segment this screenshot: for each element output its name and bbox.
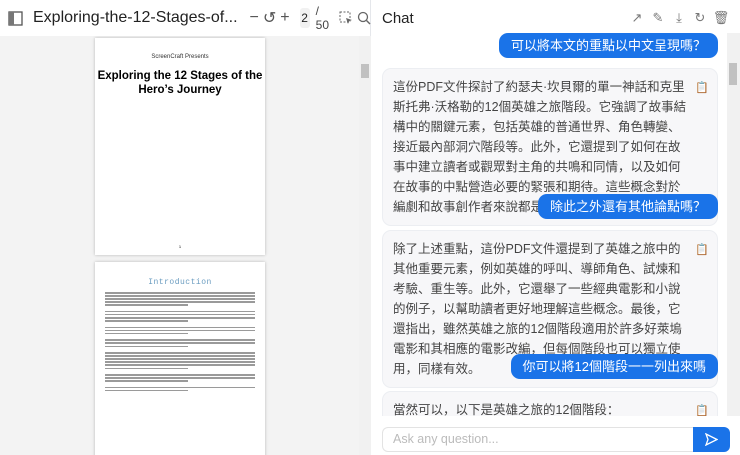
download-icon[interactable]: ⤓ — [672, 10, 686, 25]
send-icon — [705, 433, 718, 446]
text-line — [105, 320, 188, 322]
document-title: Exploring-the-12-Stages-of... — [33, 9, 238, 26]
text-line — [105, 389, 188, 392]
copy-icon[interactable]: 📋 — [695, 401, 709, 416]
page-presents: ScreenCraft Presents — [151, 54, 209, 60]
copy-icon[interactable]: 📋 — [695, 240, 709, 260]
text-line — [105, 304, 188, 306]
zoom-in-icon[interactable]: + — [280, 9, 289, 26]
scroll-thumb[interactable] — [361, 64, 369, 78]
assistant-message: 當然可以，以下是英雄之旅的12個階段： 📋 — [382, 391, 718, 416]
paragraph-lines — [105, 326, 255, 335]
pdf-scrollbar[interactable] — [359, 36, 371, 455]
chat-pane: Chat ↗ ✎ ⤓ ↻ 🗑 可以將本文的重點以中文呈現嗎？ 這份PDF文件探討… — [372, 0, 740, 455]
text-line — [105, 329, 255, 332]
text-line — [105, 345, 188, 348]
paragraph-lines — [105, 339, 255, 348]
share-icon[interactable]: ↗ — [630, 10, 644, 25]
pdf-toolbar: Exploring-the-12-Stages-of... − ↺ + 2 / … — [0, 0, 371, 36]
page-heading: Introduction — [148, 278, 212, 287]
message-list: 可以將本文的重點以中文呈現嗎？ 這份PDF文件探討了約瑟夫·坎貝爾的單一神話和克… — [372, 33, 727, 416]
text-line — [105, 301, 255, 303]
text-line — [105, 295, 255, 297]
zoom-out-icon[interactable]: − — [250, 9, 259, 26]
select-area-icon[interactable] — [339, 10, 353, 26]
page-body-text — [95, 292, 265, 392]
text-line — [105, 377, 255, 379]
paragraph-lines — [105, 310, 255, 322]
pdf-viewer[interactable]: ScreenCraft Presents Exploring the 12 St… — [0, 36, 371, 455]
page-heading: Exploring the 12 Stages of the Hero’s Jo… — [97, 70, 263, 96]
text-line — [105, 380, 188, 382]
text-line — [105, 332, 188, 335]
text-line — [105, 298, 255, 300]
text-line — [105, 355, 255, 357]
text-line — [105, 317, 255, 319]
text-line — [105, 358, 255, 360]
paragraph-lines — [105, 352, 255, 369]
search-icon[interactable] — [357, 10, 371, 26]
edit-icon[interactable]: ✎ — [651, 10, 665, 25]
reset-zoom-icon[interactable]: ↺ — [263, 10, 276, 27]
text-line — [105, 292, 255, 294]
text-line — [105, 310, 255, 313]
text-line — [105, 386, 255, 389]
page-number: 1 — [178, 244, 182, 249]
user-message: 你可以將12個階段一一列出來嗎 — [510, 354, 718, 379]
text-line — [105, 339, 255, 341]
pdf-page-2: Introduction — [95, 262, 265, 455]
chat-scrollbar[interactable] — [727, 33, 740, 416]
text-line — [105, 367, 188, 369]
delete-icon[interactable]: 🗑 — [713, 10, 730, 25]
text-line — [105, 313, 255, 316]
text-line — [105, 326, 255, 329]
pdf-pane: Exploring-the-12-Stages-of... − ↺ + 2 / … — [0, 0, 371, 455]
page-total: / 50 — [315, 4, 330, 32]
page-number-input[interactable]: 2 — [299, 8, 310, 28]
pdf-page-1: ScreenCraft Presents Exploring the 12 St… — [95, 38, 265, 255]
send-button[interactable] — [693, 427, 730, 452]
user-message: 可以將本文的重點以中文呈現嗎？ — [498, 33, 718, 58]
text-line — [105, 342, 255, 344]
scroll-thumb[interactable] — [729, 63, 737, 85]
text-line — [105, 361, 255, 363]
sidebar-toggle-icon[interactable] — [8, 10, 23, 26]
paragraph-lines — [105, 374, 255, 382]
message-text: 當然可以，以下是英雄之旅的12個階段： — [393, 403, 620, 416]
text-line — [105, 352, 255, 354]
paragraph-lines — [105, 292, 255, 306]
question-input[interactable]: Ask any question... — [382, 427, 693, 452]
text-line — [105, 374, 255, 376]
text-line — [105, 364, 255, 366]
chat-title: Chat — [382, 10, 414, 27]
user-message: 除此之外還有其他論點嗎？ — [537, 194, 718, 219]
paragraph-lines — [105, 386, 255, 392]
refresh-icon[interactable]: ↻ — [693, 10, 707, 25]
copy-icon[interactable]: 📋 — [695, 78, 709, 98]
